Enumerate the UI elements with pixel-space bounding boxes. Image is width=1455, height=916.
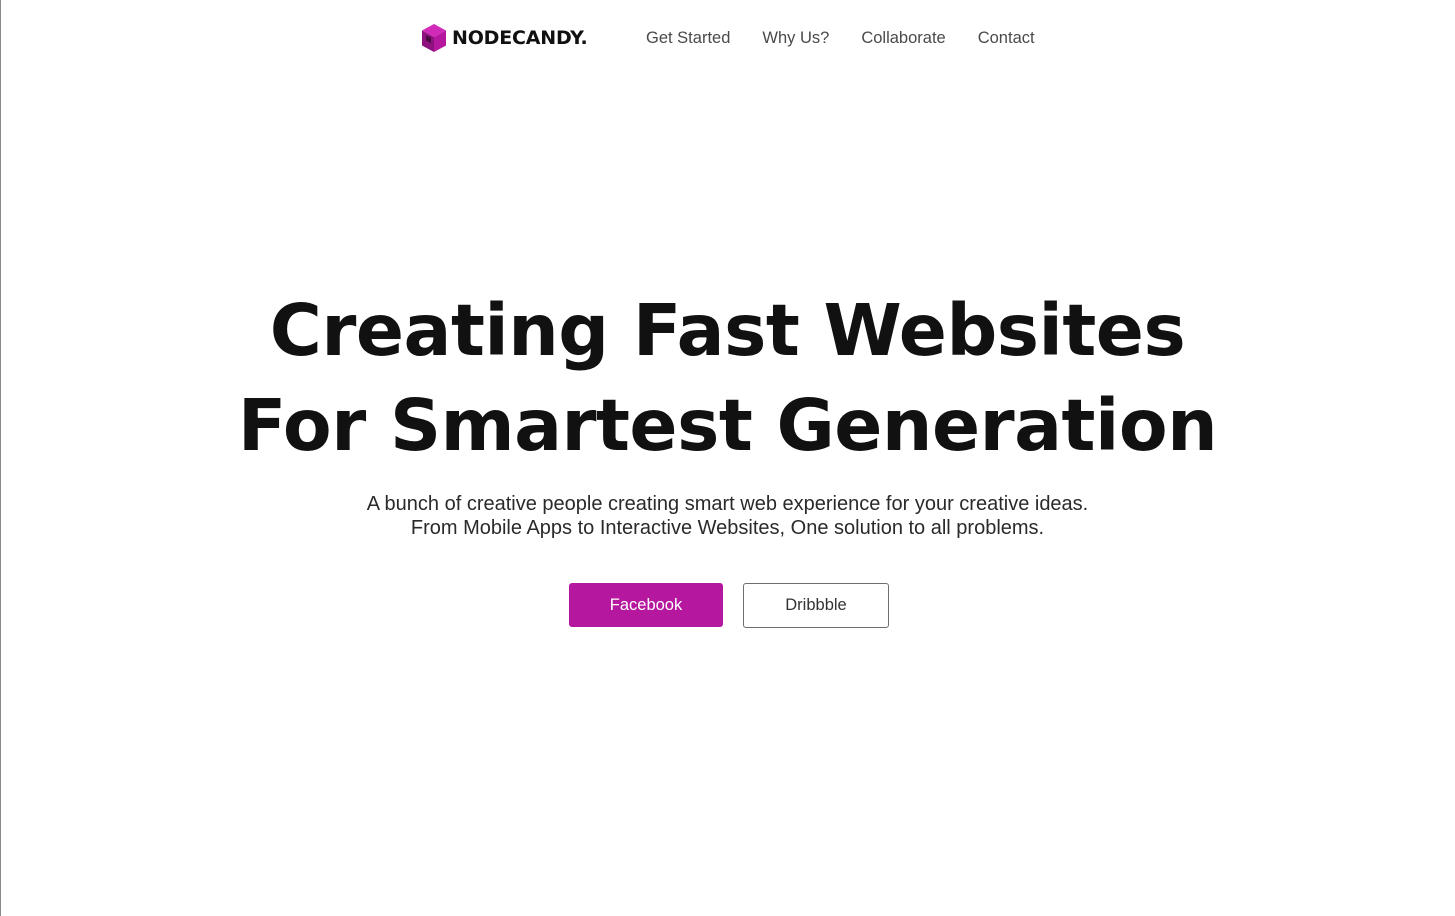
facebook-button[interactable]: Facebook — [569, 583, 723, 627]
hero-subtitle: A bunch of creative people creating smar… — [0, 492, 1455, 540]
nav-links: Get Started Why Us? Collaborate Contact — [646, 27, 1035, 49]
top-navigation: NODECANDY. Get Started Why Us? Collabora… — [0, 0, 1455, 78]
nav-link-why-us[interactable]: Why Us? — [762, 27, 829, 49]
nav-link-collaborate[interactable]: Collaborate — [861, 27, 945, 49]
dribbble-button[interactable]: Dribbble — [743, 583, 889, 628]
hero-title-line-1: Creating Fast Websites — [269, 289, 1186, 372]
hero-subtitle-line-1: A bunch of creative people creating smar… — [366, 493, 1089, 515]
hero-title: Creating Fast Websites For Smartest Gene… — [0, 283, 1455, 473]
hero-subtitle-line-2: From Mobile Apps to Interactive Websites… — [410, 517, 1045, 539]
brand-name: NODECANDY. — [452, 27, 588, 49]
nav-link-contact[interactable]: Contact — [978, 27, 1035, 49]
nav-link-get-started[interactable]: Get Started — [646, 27, 730, 49]
brand-logo[interactable]: NODECANDY. — [421, 23, 588, 53]
hero-title-line-2: For Smartest Generation — [237, 384, 1218, 467]
cube-logo-icon — [422, 24, 446, 52]
